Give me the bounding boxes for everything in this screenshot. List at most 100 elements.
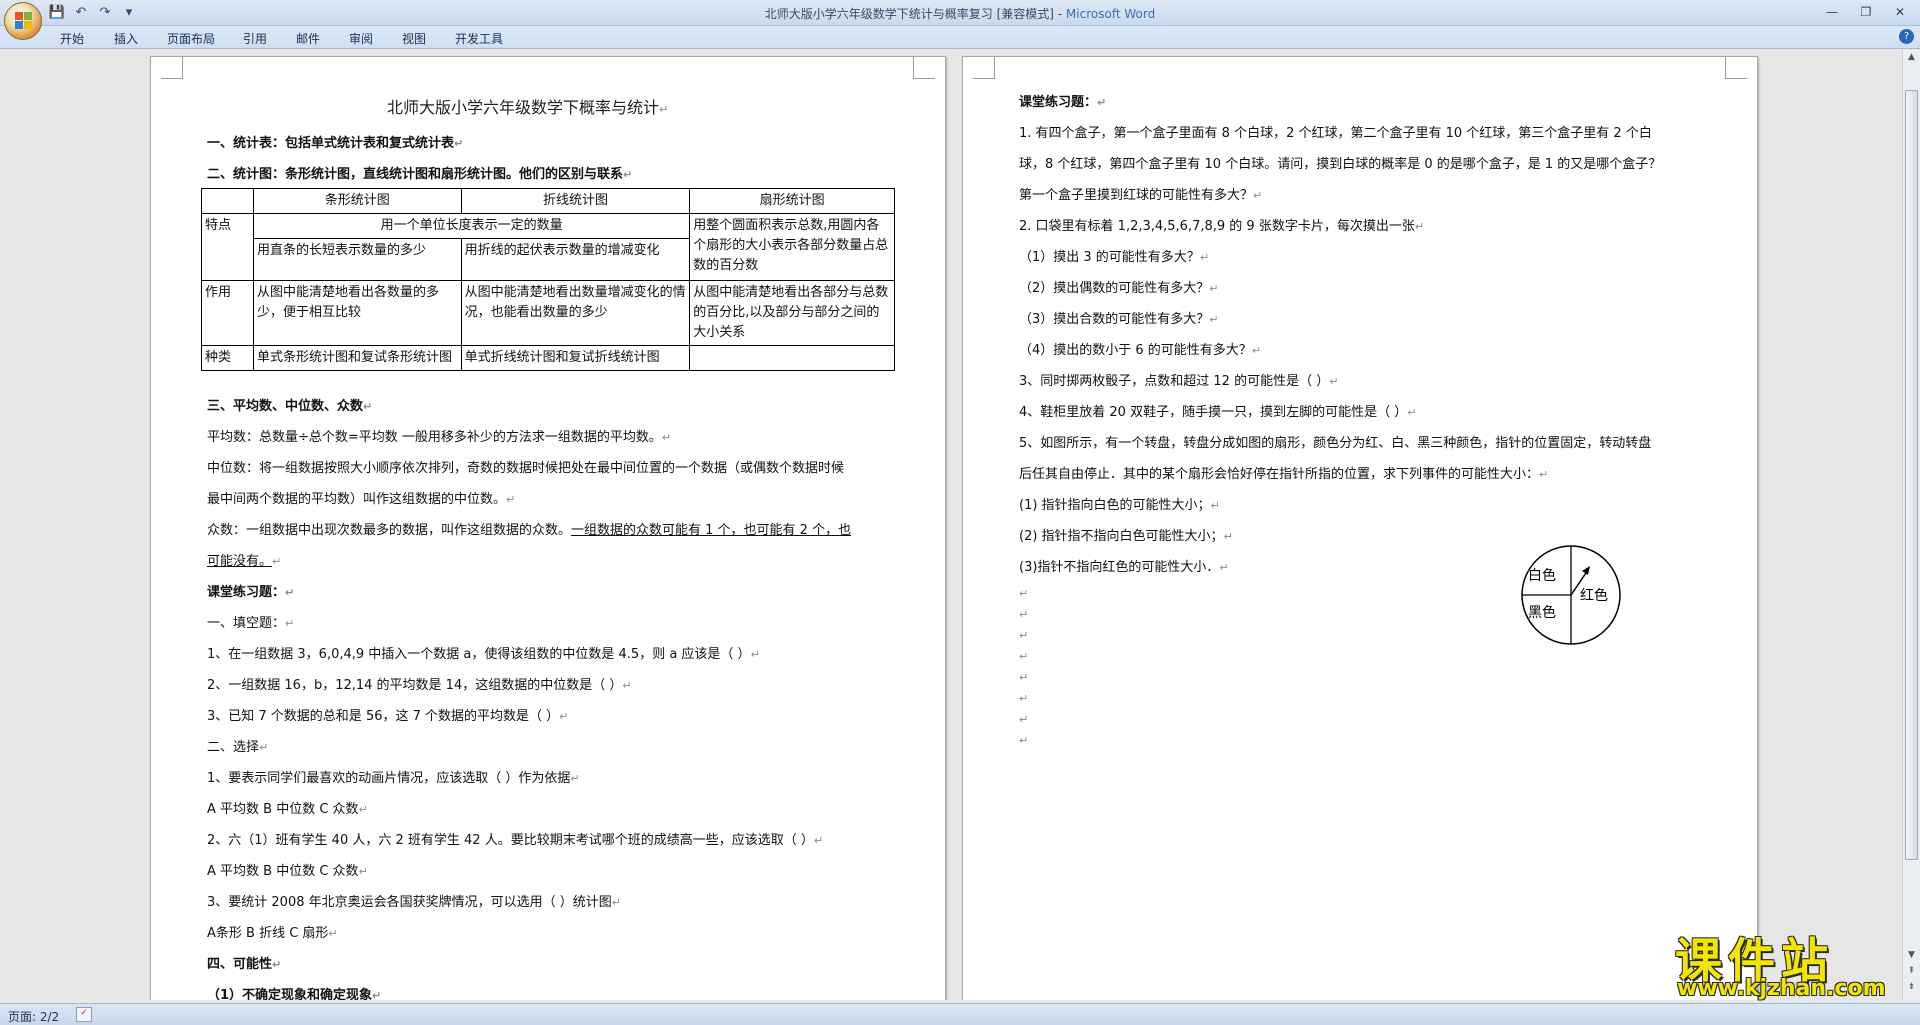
practice-heading: 课堂练习题：↵ [207,581,294,600]
paragraph-mark: ↵ [1209,313,1219,326]
table-cell: 单式折线统计图和复试折线统计图 [460,345,691,371]
question: 1. 有四个盒子，第一个盒子里面有 8 个白球，2 个红球，第二个盒子里有 10… [1019,126,1652,141]
label-white: 白色 [1528,567,1556,584]
paragraph-mark: ↵ [506,493,516,506]
table-row-label: 特点 [201,213,254,281]
sub-question: （2）摸出偶数的可能性有多大？↵ [1019,277,1219,296]
heading-text: 课堂练习题： [1019,95,1098,110]
paragraph: 众数：一组数据中出现次数最多的数据，叫作这组数据的众数。一组数据的众数可能有 1… [207,519,851,538]
previous-page-icon[interactable]: ⇞ [1905,966,1918,980]
question: 3、已知 7 个数据的总和是 56，这 7 个数据的平均数是（ ）↵ [207,705,568,724]
paragraph-mark: ↵ [272,555,282,568]
office-button[interactable] [4,2,42,40]
options-text: A条形 B 折线 C 扇形 [207,926,329,941]
help-icon[interactable]: ? [1899,29,1914,44]
table-cell: 单式条形统计图和复试条形统计图 [252,345,462,371]
scrollbar-thumb[interactable] [1905,90,1918,860]
tab-home[interactable]: 开始 [60,30,84,47]
tab-mailings[interactable]: 邮件 [296,30,320,47]
minimize-button[interactable]: — [1816,2,1848,22]
options: A 平均数 B 中位数 C 众数↵ [207,860,368,879]
question: 球，8 个红球，第四个盒子里有 10 个白球。请问，摸到白球的概率是 0 的是哪… [1019,157,1662,172]
subsection: （1）不确定现象和确定现象↵ [207,984,381,1000]
sub-question: (2) 指针指不指向白色可能性大小；↵ [1019,525,1233,544]
tab-references[interactable]: 引用 [243,30,267,47]
subsection-text: （1）不确定现象和确定现象 [207,988,373,1000]
section-statistics-table: 一、统计表：包括单式统计表和复式统计表↵ [207,132,463,151]
question-text: (2) 指针指不指向白色可能性大小； [1019,529,1224,544]
question-text: 2、一组数据 16，b，12,14 的平均数是 14，这组数据的中位数是（ ） [207,678,623,693]
window-title: 北师大版小学六年级数学下统计与概率复习 [兼容模式] - Microsoft W… [0,5,1920,22]
tab-review[interactable]: 审阅 [349,30,373,47]
comparison-table: 条形统计图 折线统计图 扇形统计图 特点 用一个单位长度表示一定的数量 用整个圆… [201,188,895,371]
document-area[interactable]: 北师大版小学六年级数学下概率与统计↵ 一、统计表：包括单式统计表和复式统计表↵ … [0,50,1902,1000]
table-header-cell [201,188,254,214]
heading-text: 课堂练习题： [207,585,286,600]
empty-paragraph: ↵ [1019,650,1029,663]
tab-page-layout[interactable]: 页面布局 [167,30,215,47]
window-controls: — ❐ ✕ [1816,2,1916,22]
paragraph: 一、填空题：↵ [207,612,294,631]
question-text: 3、已知 7 个数据的总和是 56，这 7 个数据的平均数是（ ） [207,709,560,724]
tab-developer[interactable]: 开发工具 [455,30,503,47]
table-header-cell: 扇形统计图 [689,188,895,214]
page-indicator[interactable]: 页面: 2/2 [8,1008,59,1025]
paragraph-mark: ↵ [623,168,633,181]
table-header-cell: 折线统计图 [460,188,691,214]
table-row: 作用 从图中能清楚地看出各数量的多少，便于相互比较 从图中能清楚地看出数量增减变… [201,280,895,346]
question: 后任其自由停止．其中的某个扇形会恰好停在指针所指的位置，求下列事件的可能性大小：… [1019,463,1548,482]
table-cell: 用直条的长短表示数量的多少 [252,238,462,281]
question: 4、鞋柜里放着 20 双鞋子，随手摸一只，摸到左脚的可能性是（ ）↵ [1019,401,1416,420]
paragraph-mark: ↵ [1539,468,1549,481]
underlined-text: 一组数据的众数可能有 1 个，也可能有 2 个，也 [571,523,852,538]
sub-question: （1）摸出 3 的可能性有多大？↵ [1019,246,1209,265]
paragraph: 二、选择↵ [207,736,268,755]
crop-mark [161,57,183,79]
watermark-url: www.kjzhan.com [1677,976,1886,1001]
tab-view[interactable]: 视图 [402,30,426,47]
table-row-label: 作用 [201,280,254,346]
page-2[interactable]: 课堂练习题：↵ 1. 有四个盒子，第一个盒子里面有 8 个白球，2 个红球，第二… [962,56,1758,1000]
restore-button[interactable]: ❐ [1850,2,1882,22]
paragraph-mark: ↵ [1097,96,1107,109]
table-cell: 从图中能清楚地看出数量增减变化的情况，也能看出数量的多少 [460,280,691,346]
empty-paragraph: ↵ [1019,713,1029,726]
question: 1、要表示同学们最喜欢的动画片情况，应该选取（ ）作为依据↵ [207,767,580,786]
sub-question: (1) 指针指向白色的可能性大小；↵ [1019,494,1220,513]
scroll-down-icon[interactable]: ▼ [1905,950,1918,964]
paragraph-mark: ↵ [454,137,464,150]
vertical-scrollbar[interactable]: ▲ ▼ ⇞ ⇟ [1902,50,1920,1000]
question-text: （1）摸出 3 的可能性有多大？ [1019,250,1200,265]
paragraph-mark: ↵ [1414,220,1425,233]
scroll-up-icon[interactable]: ▲ [1905,52,1918,66]
table-row: 特点 用一个单位长度表示一定的数量 用整个圆面积表示总数,用圆内各个扇形的大小表… [201,213,895,281]
title-bar: 💾 ↶ ↷ ▾ 北师大版小学六年级数学下统计与概率复习 [兼容模式] - Mic… [0,0,1920,26]
table-row-label: 种类 [201,345,254,371]
section-text: 四、可能性 [207,957,273,972]
question: 3、要统计 2008 年北京奥运会各国获奖牌情况，可以选用（ ）统计图↵ [207,891,621,910]
paragraph-text: 一、填空题： [207,616,286,631]
paragraph-mark: ↵ [363,400,373,413]
ribbon-tabs: 开始 插入 页面布局 引用 邮件 审阅 视图 开发工具 ? [0,26,1920,49]
paragraph-mark: ↵ [285,586,295,599]
paragraph-mark: ↵ [372,989,382,1000]
paragraph: 最中间两个数据的平均数）叫作这组数据的中位数。↵ [207,488,515,507]
paragraph-mark: ↵ [559,710,569,723]
tab-insert[interactable]: 插入 [114,30,138,47]
crop-mark [973,57,995,79]
paragraph-mark: ↵ [1407,406,1417,419]
close-button[interactable]: ✕ [1884,2,1916,22]
office-logo-icon [15,12,33,30]
question-text: 1、要表示同学们最喜欢的动画片情况，应该选取（ ）作为依据 [207,771,571,786]
question-text: （4）摸出的数小于 6 的可能性有多大？ [1019,343,1252,358]
label-red: 红色 [1580,587,1608,604]
table-cell: 从图中能清楚地看出各数量的多少，便于相互比较 [252,280,462,346]
next-page-icon[interactable]: ⇟ [1905,982,1918,996]
question-text: （3）摸出合数的可能性有多大？ [1019,312,1210,327]
table-cell: 从图中能清楚地看出各部分与总数的百分比,以及部分与部分之间的大小关系 [689,280,895,346]
proofing-icon[interactable]: ✓ [76,1007,92,1022]
question-text: (3)指针不指向红色的可能性大小． [1019,560,1220,575]
page-1[interactable]: 北师大版小学六年级数学下概率与统计↵ 一、统计表：包括单式统计表和复式统计表↵ … [150,56,946,1000]
watermark: 课件站 www.kjzhan.com [1665,922,1903,1002]
section-averages: 三、平均数、中位数、众数↵ [207,395,372,414]
